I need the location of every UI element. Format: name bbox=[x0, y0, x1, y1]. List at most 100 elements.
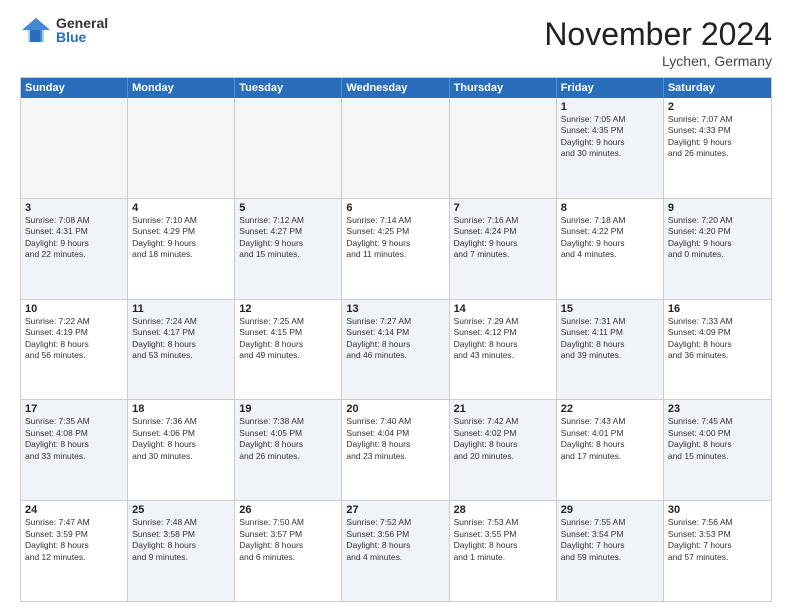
day-info: Sunrise: 7:05 AM Sunset: 4:35 PM Dayligh… bbox=[561, 114, 659, 160]
day-cell-10: 10Sunrise: 7:22 AM Sunset: 4:19 PM Dayli… bbox=[21, 300, 128, 400]
day-cell-8: 8Sunrise: 7:18 AM Sunset: 4:22 PM Daylig… bbox=[557, 199, 664, 299]
day-number: 3 bbox=[25, 202, 123, 214]
day-number: 7 bbox=[454, 202, 552, 214]
day-info: Sunrise: 7:40 AM Sunset: 4:04 PM Dayligh… bbox=[346, 416, 444, 462]
day-info: Sunrise: 7:22 AM Sunset: 4:19 PM Dayligh… bbox=[25, 316, 123, 362]
day-number: 20 bbox=[346, 403, 444, 415]
header-cell-sunday: Sunday bbox=[21, 78, 128, 98]
day-number: 18 bbox=[132, 403, 230, 415]
day-cell-16: 16Sunrise: 7:33 AM Sunset: 4:09 PM Dayli… bbox=[664, 300, 771, 400]
location: Lychen, Germany bbox=[544, 53, 772, 69]
day-info: Sunrise: 7:27 AM Sunset: 4:14 PM Dayligh… bbox=[346, 316, 444, 362]
day-info: Sunrise: 7:56 AM Sunset: 3:53 PM Dayligh… bbox=[668, 517, 767, 563]
title-block: November 2024 Lychen, Germany bbox=[544, 16, 772, 69]
day-cell-27: 27Sunrise: 7:52 AM Sunset: 3:56 PM Dayli… bbox=[342, 501, 449, 601]
day-info: Sunrise: 7:08 AM Sunset: 4:31 PM Dayligh… bbox=[25, 215, 123, 261]
day-number: 9 bbox=[668, 202, 767, 214]
day-info: Sunrise: 7:07 AM Sunset: 4:33 PM Dayligh… bbox=[668, 114, 767, 160]
day-cell-2: 2Sunrise: 7:07 AM Sunset: 4:33 PM Daylig… bbox=[664, 98, 771, 198]
day-cell-1: 1Sunrise: 7:05 AM Sunset: 4:35 PM Daylig… bbox=[557, 98, 664, 198]
header-cell-saturday: Saturday bbox=[664, 78, 771, 98]
day-cell-20: 20Sunrise: 7:40 AM Sunset: 4:04 PM Dayli… bbox=[342, 400, 449, 500]
day-info: Sunrise: 7:42 AM Sunset: 4:02 PM Dayligh… bbox=[454, 416, 552, 462]
day-info: Sunrise: 7:53 AM Sunset: 3:55 PM Dayligh… bbox=[454, 517, 552, 563]
day-info: Sunrise: 7:29 AM Sunset: 4:12 PM Dayligh… bbox=[454, 316, 552, 362]
day-number: 14 bbox=[454, 303, 552, 315]
day-cell-12: 12Sunrise: 7:25 AM Sunset: 4:15 PM Dayli… bbox=[235, 300, 342, 400]
empty-cell-0-2 bbox=[235, 98, 342, 198]
day-info: Sunrise: 7:48 AM Sunset: 3:58 PM Dayligh… bbox=[132, 517, 230, 563]
day-cell-26: 26Sunrise: 7:50 AM Sunset: 3:57 PM Dayli… bbox=[235, 501, 342, 601]
calendar-body: 1Sunrise: 7:05 AM Sunset: 4:35 PM Daylig… bbox=[21, 98, 771, 601]
day-info: Sunrise: 7:10 AM Sunset: 4:29 PM Dayligh… bbox=[132, 215, 230, 261]
logo-general: General bbox=[56, 16, 108, 30]
day-number: 16 bbox=[668, 303, 767, 315]
day-cell-6: 6Sunrise: 7:14 AM Sunset: 4:25 PM Daylig… bbox=[342, 199, 449, 299]
calendar-row-1: 3Sunrise: 7:08 AM Sunset: 4:31 PM Daylig… bbox=[21, 198, 771, 299]
day-info: Sunrise: 7:14 AM Sunset: 4:25 PM Dayligh… bbox=[346, 215, 444, 261]
day-info: Sunrise: 7:52 AM Sunset: 3:56 PM Dayligh… bbox=[346, 517, 444, 563]
day-cell-15: 15Sunrise: 7:31 AM Sunset: 4:11 PM Dayli… bbox=[557, 300, 664, 400]
day-number: 2 bbox=[668, 101, 767, 113]
empty-cell-0-1 bbox=[128, 98, 235, 198]
day-number: 17 bbox=[25, 403, 123, 415]
logo: General Blue bbox=[20, 16, 108, 44]
day-number: 23 bbox=[668, 403, 767, 415]
day-number: 22 bbox=[561, 403, 659, 415]
calendar: SundayMondayTuesdayWednesdayThursdayFrid… bbox=[20, 77, 772, 602]
day-info: Sunrise: 7:55 AM Sunset: 3:54 PM Dayligh… bbox=[561, 517, 659, 563]
calendar-header: SundayMondayTuesdayWednesdayThursdayFrid… bbox=[21, 78, 771, 98]
day-number: 6 bbox=[346, 202, 444, 214]
day-cell-7: 7Sunrise: 7:16 AM Sunset: 4:24 PM Daylig… bbox=[450, 199, 557, 299]
calendar-row-2: 10Sunrise: 7:22 AM Sunset: 4:19 PM Dayli… bbox=[21, 299, 771, 400]
calendar-row-0: 1Sunrise: 7:05 AM Sunset: 4:35 PM Daylig… bbox=[21, 98, 771, 198]
day-cell-14: 14Sunrise: 7:29 AM Sunset: 4:12 PM Dayli… bbox=[450, 300, 557, 400]
header: General Blue November 2024 Lychen, Germa… bbox=[20, 16, 772, 69]
logo-icon bbox=[20, 16, 52, 44]
day-info: Sunrise: 7:50 AM Sunset: 3:57 PM Dayligh… bbox=[239, 517, 337, 563]
day-info: Sunrise: 7:33 AM Sunset: 4:09 PM Dayligh… bbox=[668, 316, 767, 362]
empty-cell-0-0 bbox=[21, 98, 128, 198]
day-number: 29 bbox=[561, 504, 659, 516]
day-number: 15 bbox=[561, 303, 659, 315]
day-cell-9: 9Sunrise: 7:20 AM Sunset: 4:20 PM Daylig… bbox=[664, 199, 771, 299]
day-number: 4 bbox=[132, 202, 230, 214]
day-info: Sunrise: 7:45 AM Sunset: 4:00 PM Dayligh… bbox=[668, 416, 767, 462]
day-info: Sunrise: 7:36 AM Sunset: 4:06 PM Dayligh… bbox=[132, 416, 230, 462]
day-info: Sunrise: 7:20 AM Sunset: 4:20 PM Dayligh… bbox=[668, 215, 767, 261]
month-title: November 2024 bbox=[544, 16, 772, 53]
logo-text: General Blue bbox=[56, 16, 108, 44]
empty-cell-0-4 bbox=[450, 98, 557, 198]
day-info: Sunrise: 7:38 AM Sunset: 4:05 PM Dayligh… bbox=[239, 416, 337, 462]
day-cell-23: 23Sunrise: 7:45 AM Sunset: 4:00 PM Dayli… bbox=[664, 400, 771, 500]
day-cell-21: 21Sunrise: 7:42 AM Sunset: 4:02 PM Dayli… bbox=[450, 400, 557, 500]
day-number: 27 bbox=[346, 504, 444, 516]
day-info: Sunrise: 7:35 AM Sunset: 4:08 PM Dayligh… bbox=[25, 416, 123, 462]
day-cell-19: 19Sunrise: 7:38 AM Sunset: 4:05 PM Dayli… bbox=[235, 400, 342, 500]
day-info: Sunrise: 7:47 AM Sunset: 3:59 PM Dayligh… bbox=[25, 517, 123, 563]
day-info: Sunrise: 7:24 AM Sunset: 4:17 PM Dayligh… bbox=[132, 316, 230, 362]
day-number: 30 bbox=[668, 504, 767, 516]
day-cell-29: 29Sunrise: 7:55 AM Sunset: 3:54 PM Dayli… bbox=[557, 501, 664, 601]
day-info: Sunrise: 7:25 AM Sunset: 4:15 PM Dayligh… bbox=[239, 316, 337, 362]
header-cell-tuesday: Tuesday bbox=[235, 78, 342, 98]
page: General Blue November 2024 Lychen, Germa… bbox=[0, 0, 792, 612]
day-number: 12 bbox=[239, 303, 337, 315]
day-info: Sunrise: 7:18 AM Sunset: 4:22 PM Dayligh… bbox=[561, 215, 659, 261]
day-number: 19 bbox=[239, 403, 337, 415]
day-number: 21 bbox=[454, 403, 552, 415]
day-cell-25: 25Sunrise: 7:48 AM Sunset: 3:58 PM Dayli… bbox=[128, 501, 235, 601]
day-number: 24 bbox=[25, 504, 123, 516]
day-cell-4: 4Sunrise: 7:10 AM Sunset: 4:29 PM Daylig… bbox=[128, 199, 235, 299]
header-cell-thursday: Thursday bbox=[450, 78, 557, 98]
calendar-row-3: 17Sunrise: 7:35 AM Sunset: 4:08 PM Dayli… bbox=[21, 399, 771, 500]
day-cell-13: 13Sunrise: 7:27 AM Sunset: 4:14 PM Dayli… bbox=[342, 300, 449, 400]
day-cell-18: 18Sunrise: 7:36 AM Sunset: 4:06 PM Dayli… bbox=[128, 400, 235, 500]
day-number: 28 bbox=[454, 504, 552, 516]
day-number: 26 bbox=[239, 504, 337, 516]
day-cell-3: 3Sunrise: 7:08 AM Sunset: 4:31 PM Daylig… bbox=[21, 199, 128, 299]
day-cell-5: 5Sunrise: 7:12 AM Sunset: 4:27 PM Daylig… bbox=[235, 199, 342, 299]
day-number: 11 bbox=[132, 303, 230, 315]
day-cell-24: 24Sunrise: 7:47 AM Sunset: 3:59 PM Dayli… bbox=[21, 501, 128, 601]
day-cell-22: 22Sunrise: 7:43 AM Sunset: 4:01 PM Dayli… bbox=[557, 400, 664, 500]
